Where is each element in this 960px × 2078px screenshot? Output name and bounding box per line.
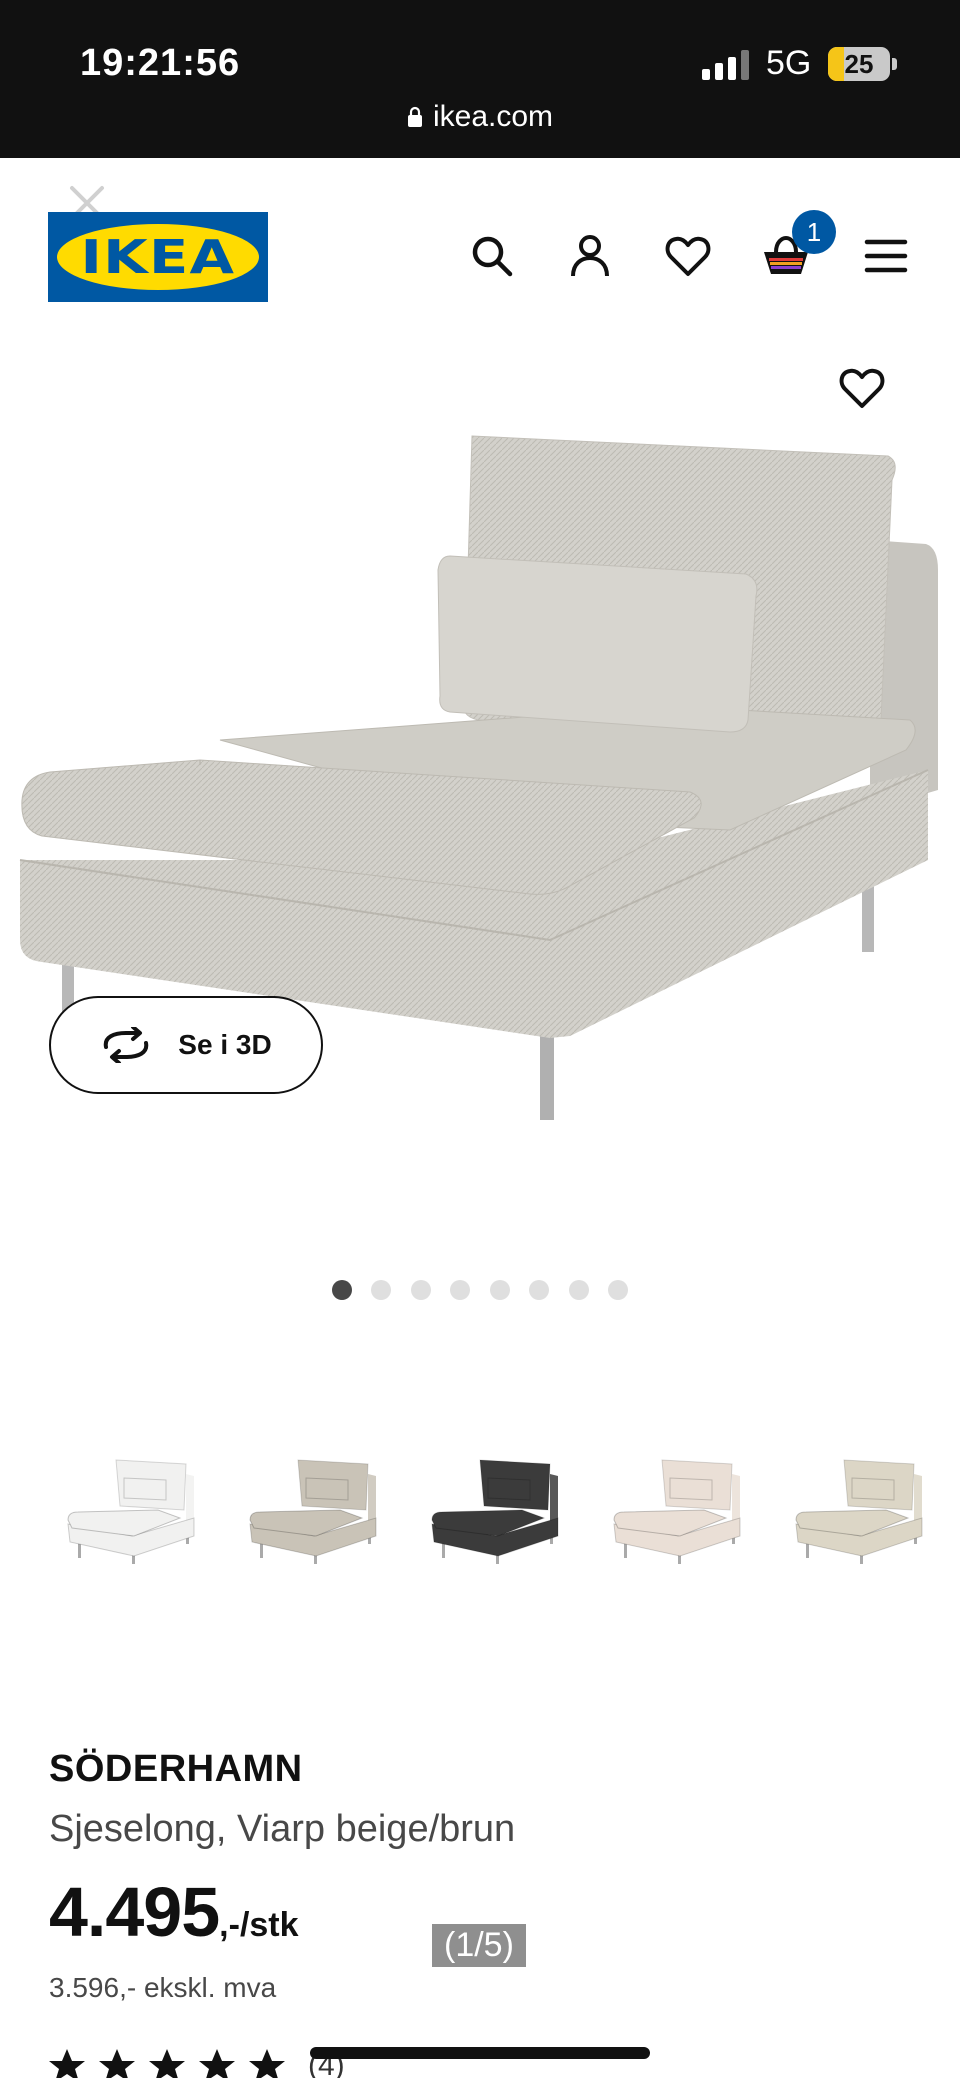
pagination-dot[interactable]: [568, 1280, 589, 1300]
logo-oval: IKEA: [57, 224, 259, 290]
url-text: ikea.com: [432, 100, 554, 133]
variant-thumbnail[interactable]: [62, 1440, 202, 1580]
view-in-3d-label: Se i 3D: [178, 1029, 272, 1060]
network-type: 5G: [766, 44, 812, 82]
home-indicator[interactable]: [310, 2047, 650, 2059]
add-to-favourites-icon[interactable]: [838, 364, 886, 412]
ikea-logo[interactable]: IKEA: [48, 212, 268, 302]
pagination-dot[interactable]: [529, 1280, 550, 1300]
pagination-dot[interactable]: [608, 1280, 629, 1300]
price-suffix: ,-/stk: [219, 1906, 299, 1944]
star-icon: [49, 2049, 85, 2078]
pagination-dot[interactable]: [450, 1280, 471, 1300]
battery-tip: [892, 58, 897, 70]
variant-thumbnail[interactable]: [244, 1440, 384, 1580]
pagination-dot[interactable]: [371, 1280, 392, 1300]
view-in-3d-button[interactable]: Se i 3D: [49, 996, 323, 1094]
variant-thumbnail[interactable]: [790, 1440, 930, 1580]
star-icon: [99, 2049, 135, 2078]
product-price: 4.495,-/stk: [49, 1872, 299, 1952]
variant-thumbnail[interactable]: [426, 1440, 566, 1580]
price-excluding-vat: 3.596,- ekskl. mva: [49, 1972, 277, 2003]
status-time: 19:21:56: [80, 42, 241, 84]
pagination-dot[interactable]: [331, 1280, 352, 1300]
variant-thumbnail[interactable]: [608, 1440, 748, 1580]
heart-icon[interactable]: [664, 232, 712, 280]
image-pagination: [0, 1280, 960, 1302]
rotate-3d-icon: [104, 1027, 149, 1063]
image-counter-badge: (1/5): [432, 1924, 526, 1967]
price-value: 4.495: [49, 1873, 220, 1951]
product-description: Sjeselong, Viarp beige/brun: [49, 1808, 516, 1850]
lock-icon: [407, 106, 422, 127]
pagination-dot[interactable]: [410, 1280, 431, 1300]
signal-strength-icon: [702, 50, 752, 80]
pagination-dot[interactable]: [489, 1280, 510, 1300]
search-icon[interactable]: [468, 232, 516, 280]
color-variant-list: [0, 1440, 960, 1590]
logo-text: IKEA: [80, 230, 236, 284]
rating-stars: [48, 2048, 286, 2078]
star-icon: [199, 2049, 235, 2078]
cart-count-badge: 1: [792, 210, 836, 254]
battery-icon: 25: [828, 47, 890, 81]
account-icon[interactable]: [566, 232, 614, 280]
menu-icon[interactable]: [862, 232, 910, 280]
star-icon: [249, 2049, 285, 2078]
battery-percent: 25: [844, 49, 874, 79]
product-rating[interactable]: (4): [48, 2048, 345, 2078]
address-bar[interactable]: ikea.com: [0, 100, 960, 134]
status-bar: 19:21:56 5G 25 ikea.com: [0, 0, 960, 158]
star-icon: [149, 2049, 185, 2078]
product-name[interactable]: SÖDERHAMN: [49, 1748, 303, 1791]
